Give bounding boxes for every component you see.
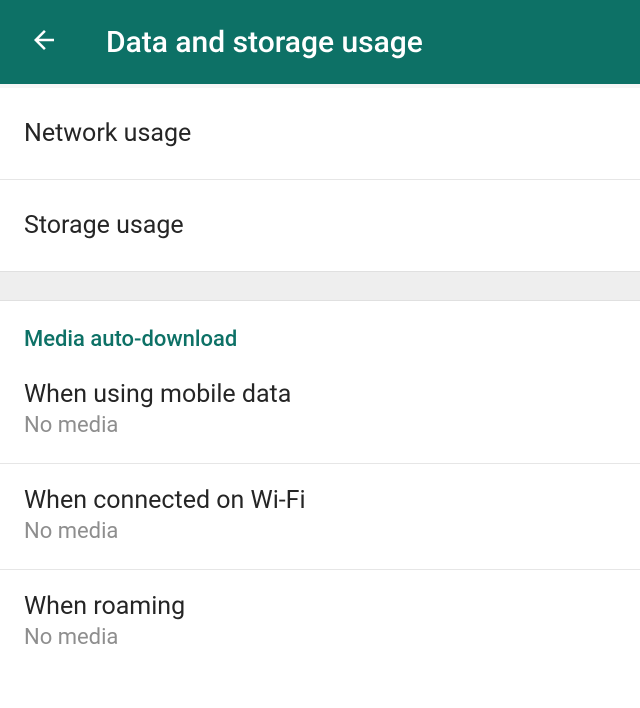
mobile-data-subtitle: No media (24, 413, 616, 438)
wifi-item[interactable]: When connected on Wi-Fi No media (0, 464, 640, 570)
page-title: Data and storage usage (106, 25, 423, 60)
arrow-left-icon (29, 25, 59, 59)
roaming-item[interactable]: When roaming No media (0, 570, 640, 675)
storage-usage-item[interactable]: Storage usage (0, 180, 640, 271)
wifi-subtitle: No media (24, 519, 616, 544)
storage-usage-label: Storage usage (24, 211, 616, 240)
mobile-data-item[interactable]: When using mobile data No media (0, 352, 640, 464)
roaming-title: When roaming (24, 592, 616, 621)
app-bar: Data and storage usage (0, 0, 640, 84)
wifi-title: When connected on Wi-Fi (24, 486, 616, 515)
network-usage-label: Network usage (24, 119, 616, 148)
back-button[interactable] (28, 26, 60, 58)
mobile-data-title: When using mobile data (24, 380, 616, 409)
roaming-subtitle: No media (24, 625, 616, 650)
media-section-header: Media auto-download (0, 301, 640, 352)
network-usage-item[interactable]: Network usage (0, 88, 640, 180)
section-divider (0, 271, 640, 301)
